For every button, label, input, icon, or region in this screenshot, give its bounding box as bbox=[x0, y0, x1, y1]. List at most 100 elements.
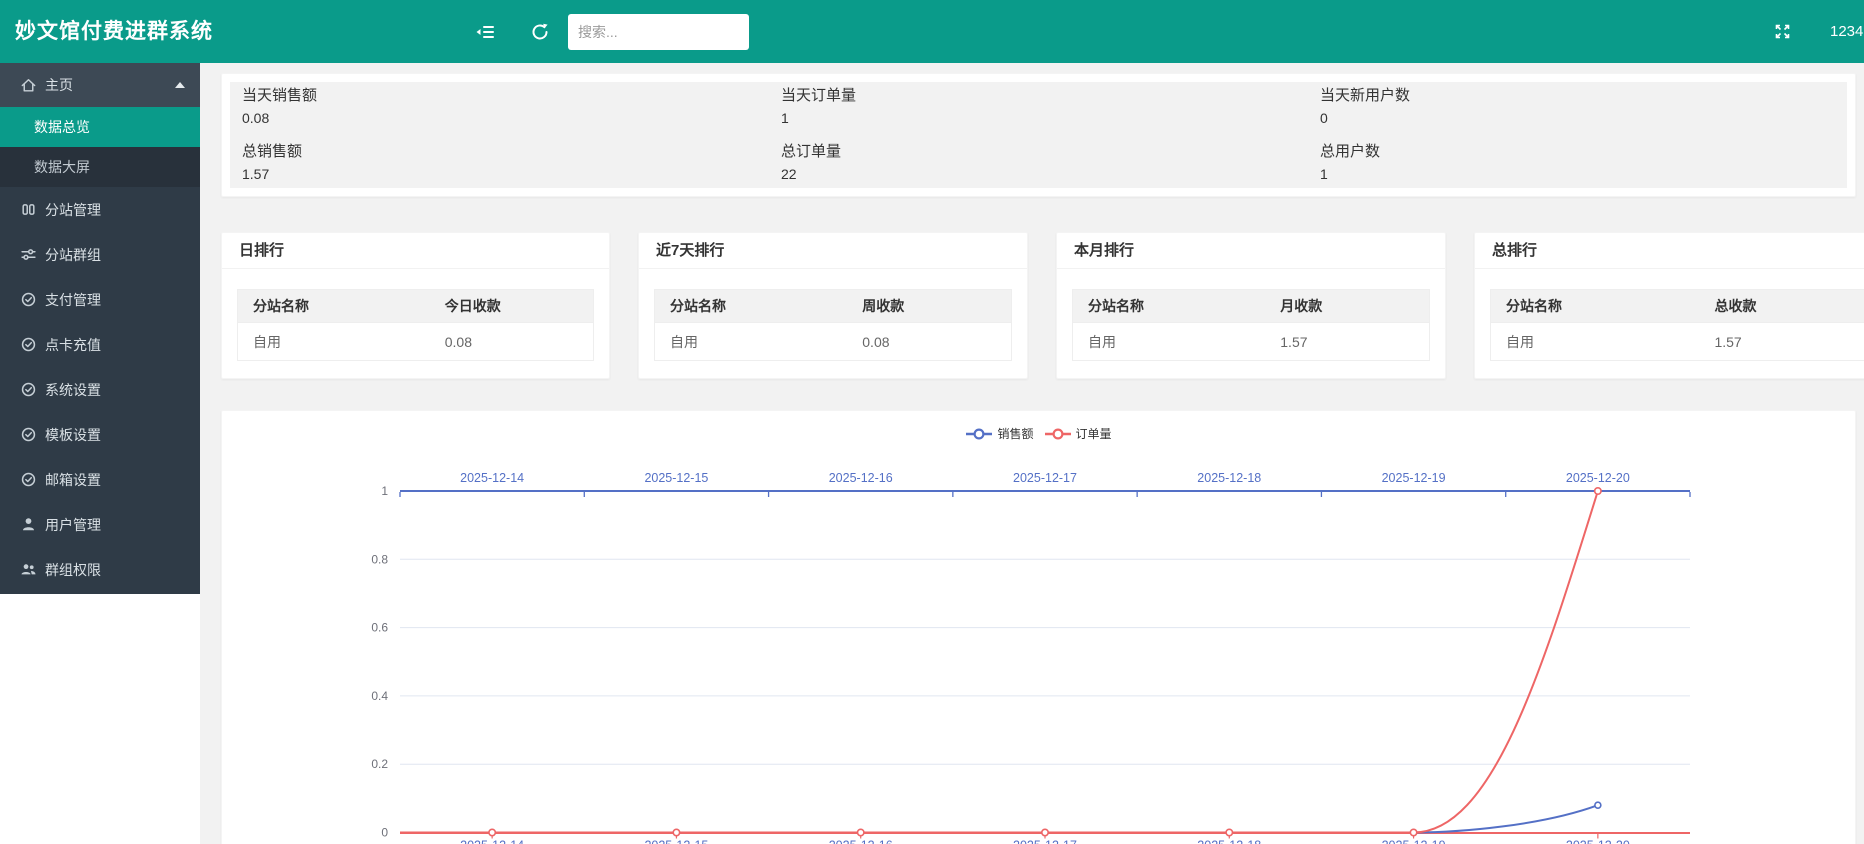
user-icon bbox=[20, 516, 37, 533]
stat-value: 1 bbox=[1320, 163, 1847, 185]
x-tick-label-top: 2025-12-15 bbox=[644, 471, 708, 485]
sidebar-submenu: 数据总览数据大屏 bbox=[0, 107, 200, 187]
y-tick-label: 0.6 bbox=[371, 621, 388, 635]
stat-value: 0.08 bbox=[242, 107, 769, 129]
stat-label: 总订单量 bbox=[781, 141, 1308, 163]
fullscreen-icon[interactable] bbox=[1764, 0, 1800, 63]
data-point-orders bbox=[858, 829, 864, 835]
ranking-card-title: 总排行 bbox=[1475, 233, 1864, 269]
menu-collapse-icon[interactable] bbox=[467, 0, 503, 63]
x-tick-label-top: 2025-12-17 bbox=[1013, 471, 1077, 485]
col-header-amount: 月收款 bbox=[1265, 290, 1429, 323]
stat-label: 当天新用户数 bbox=[1320, 85, 1847, 107]
stat-value: 1.57 bbox=[242, 163, 769, 185]
stat-value: 1 bbox=[781, 107, 1308, 129]
stat-label: 总用户数 bbox=[1320, 141, 1847, 163]
stat-value: 0 bbox=[1320, 107, 1847, 129]
legend-item-订单量[interactable]: 订单量 bbox=[1044, 425, 1112, 442]
legend-marker-icon bbox=[965, 428, 993, 440]
x-tick-label-bottom: 2025-12-17 bbox=[1013, 839, 1077, 844]
x-tick-label-bottom: 2025-12-20 bbox=[1566, 839, 1630, 844]
sidebar-item-label: 系统设置 bbox=[45, 380, 101, 400]
sidebar-item-label: 群组权限 bbox=[45, 560, 101, 580]
chevron-up-icon bbox=[175, 82, 185, 88]
main-content: 当天销售额0.08总销售额1.57当天订单量1总订单量22当天新用户数0总用户数… bbox=[200, 63, 1864, 844]
search-input[interactable] bbox=[568, 14, 749, 50]
ranking-card-title: 本月排行 bbox=[1057, 233, 1445, 269]
sidebar-item-模板设置[interactable]: 模板设置 bbox=[0, 412, 200, 457]
columns-icon bbox=[20, 201, 37, 218]
sidebar-item-label: 用户管理 bbox=[45, 515, 101, 535]
stat-label: 总销售额 bbox=[242, 141, 769, 163]
stat-column: 当天新用户数0 总用户数1 bbox=[1308, 82, 1847, 188]
col-header-site: 分站名称 bbox=[238, 290, 430, 323]
sidebar-nav: 主页数据总览数据大屏分站管理分站群组支付管理点卡充值系统设置模板设置邮箱设置用户… bbox=[0, 63, 200, 594]
app-title: 妙文馆付费进群系统 bbox=[15, 0, 213, 63]
sidebar-item-label: 邮箱设置 bbox=[45, 470, 101, 490]
sidebar-item-主页[interactable]: 主页 bbox=[0, 63, 200, 107]
sidebar-subitem-数据总览[interactable]: 数据总览 bbox=[0, 107, 200, 147]
table-row: 自用1.57 bbox=[1491, 323, 1864, 361]
sales-orders-chart-card: 销售额订单量 00.20.40.60.812025-12-142025-12-1… bbox=[221, 410, 1856, 844]
amount-cell: 1.57 bbox=[1699, 323, 1864, 361]
sidebar-item-label: 点卡充值 bbox=[45, 335, 101, 355]
badge-check-icon bbox=[20, 336, 37, 353]
col-header-amount: 周收款 bbox=[847, 290, 1011, 323]
badge-check-icon bbox=[20, 471, 37, 488]
data-point-sales bbox=[1595, 802, 1601, 808]
refresh-icon[interactable] bbox=[522, 0, 558, 63]
users-icon bbox=[20, 561, 37, 578]
y-tick-label: 0.8 bbox=[371, 552, 388, 566]
ranking-table: 分站名称月收款自用1.57 bbox=[1072, 289, 1430, 361]
amount-cell: 0.08 bbox=[430, 323, 594, 361]
sidebar-item-分站管理[interactable]: 分站管理 bbox=[0, 187, 200, 232]
sidebar-item-用户管理[interactable]: 用户管理 bbox=[0, 502, 200, 547]
sidebar-item-群组权限[interactable]: 群组权限 bbox=[0, 547, 200, 592]
data-point-orders bbox=[1042, 829, 1048, 835]
ranking-table: 分站名称总收款自用1.57 bbox=[1490, 289, 1864, 361]
data-point-orders bbox=[1226, 829, 1232, 835]
x-tick-label-bottom: 2025-12-14 bbox=[460, 839, 524, 844]
y-tick-label: 0.2 bbox=[371, 757, 388, 771]
sidebar-item-系统设置[interactable]: 系统设置 bbox=[0, 367, 200, 412]
y-tick-label: 1 bbox=[381, 484, 388, 498]
sidebar-item-label: 分站群组 bbox=[45, 245, 101, 265]
top-header-bar: 妙文馆付费进群系统 12345 bbox=[0, 0, 1864, 63]
legend-marker-icon bbox=[1044, 428, 1072, 440]
sidebar-item-label: 分站管理 bbox=[45, 200, 101, 220]
legend-item-销售额[interactable]: 销售额 bbox=[965, 425, 1033, 442]
sidebar-item-邮箱设置[interactable]: 邮箱设置 bbox=[0, 457, 200, 502]
col-header-site: 分站名称 bbox=[1491, 290, 1700, 323]
table-row: 自用0.08 bbox=[238, 323, 594, 361]
stats-panel: 当天销售额0.08总销售额1.57当天订单量1总订单量22当天新用户数0总用户数… bbox=[221, 73, 1856, 197]
site-name-cell: 自用 bbox=[1491, 323, 1700, 361]
table-row: 自用1.57 bbox=[1073, 323, 1430, 361]
x-tick-label-top: 2025-12-20 bbox=[1566, 471, 1630, 485]
stat-value: 22 bbox=[781, 163, 1308, 185]
data-point-orders bbox=[673, 829, 679, 835]
col-header-site: 分站名称 bbox=[655, 290, 848, 323]
x-tick-label-top: 2025-12-16 bbox=[829, 471, 893, 485]
username[interactable]: 12345 bbox=[1830, 0, 1864, 63]
sidebar-item-label: 主页 bbox=[45, 75, 73, 95]
ranking-card-title: 日排行 bbox=[222, 233, 609, 269]
sidebar-item-分站群组[interactable]: 分站群组 bbox=[0, 232, 200, 277]
stat-label: 当天订单量 bbox=[781, 85, 1308, 107]
site-name-cell: 自用 bbox=[238, 323, 430, 361]
badge-check-icon bbox=[20, 291, 37, 308]
x-tick-label-bottom: 2025-12-16 bbox=[829, 839, 893, 844]
data-point-orders bbox=[489, 829, 495, 835]
x-tick-label-bottom: 2025-12-19 bbox=[1382, 839, 1446, 844]
legend-label: 订单量 bbox=[1076, 425, 1112, 442]
sidebar-subitem-数据大屏[interactable]: 数据大屏 bbox=[0, 147, 200, 187]
data-point-orders bbox=[1410, 829, 1416, 835]
sidebar-item-支付管理[interactable]: 支付管理 bbox=[0, 277, 200, 322]
ranking-card-总排行: 总排行分站名称总收款自用1.57 bbox=[1474, 232, 1864, 379]
y-tick-label: 0 bbox=[381, 826, 388, 840]
sliders-icon bbox=[20, 246, 37, 263]
x-tick-label-top: 2025-12-19 bbox=[1382, 471, 1446, 485]
sidebar-item-点卡充值[interactable]: 点卡充值 bbox=[0, 322, 200, 367]
badge-check-icon bbox=[20, 426, 37, 443]
line-chart[interactable]: 00.20.40.60.812025-12-142025-12-152025-1… bbox=[222, 411, 1855, 844]
stat-column: 当天订单量1 总订单量22 bbox=[769, 82, 1308, 188]
